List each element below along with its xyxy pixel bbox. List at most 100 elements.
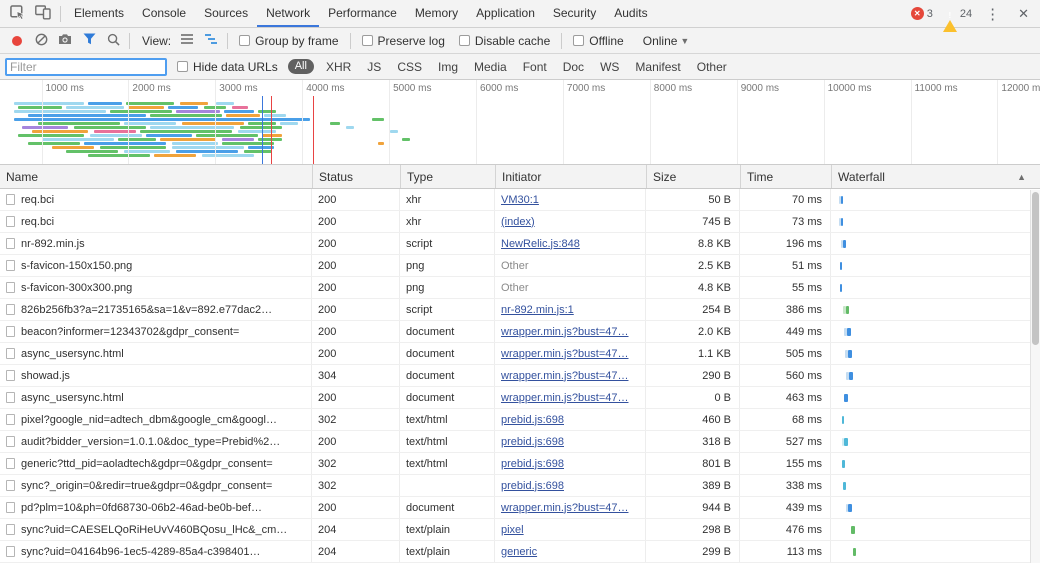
throttling-dropdown[interactable]: Online ▼ — [643, 34, 690, 48]
name-cell[interactable]: s-favicon-150x150.png — [0, 255, 312, 276]
name-cell[interactable]: s-favicon-300x300.png — [0, 277, 312, 298]
preserve-log-option[interactable]: Preserve log — [362, 34, 445, 48]
filter-type-xhr[interactable]: XHR — [326, 60, 351, 74]
request-initiator[interactable]: prebid.js:698 — [501, 414, 564, 426]
table-row[interactable]: sync?_origin=0&redir=true&gdpr=0&gdpr_co… — [0, 475, 1040, 497]
name-cell[interactable]: pd?plm=10&ph=0fd68730-06b2-46ad-be0b-bef… — [0, 497, 312, 518]
column-header-initiator[interactable]: Initiator — [495, 165, 646, 188]
filter-type-doc[interactable]: Doc — [563, 60, 584, 74]
error-badge[interactable]: ✕ 3 — [911, 7, 933, 20]
filter-type-manifest[interactable]: Manifest — [635, 60, 680, 74]
scrollbar-thumb[interactable] — [1032, 192, 1039, 345]
overview-strip[interactable]: 1000 ms2000 ms3000 ms4000 ms5000 ms6000 … — [0, 80, 1040, 165]
table-row[interactable]: pixel?google_nid=adtech_dbm&google_cm&go… — [0, 409, 1040, 431]
sort-ascending-icon[interactable]: ▲ — [1017, 172, 1026, 182]
warning-badge[interactable]: ! 24 — [943, 8, 972, 20]
tab-security[interactable]: Security — [544, 0, 605, 27]
tab-network[interactable]: Network — [257, 0, 319, 27]
filter-type-font[interactable]: Font — [523, 60, 547, 74]
name-cell[interactable]: req.bci — [0, 189, 312, 210]
table-row[interactable]: beacon?informer=12343702&gdpr_consent= 2… — [0, 321, 1040, 343]
table-row[interactable]: generic?ttd_pid=aoladtech&gdpr=0&gdpr_co… — [0, 453, 1040, 475]
table-row[interactable]: async_usersync.html 200 document wrapper… — [0, 387, 1040, 409]
inspect-element-button[interactable] — [4, 2, 30, 26]
request-initiator[interactable]: wrapper.min.js?bust=47… — [501, 326, 628, 338]
request-initiator[interactable]: prebid.js:698 — [501, 458, 564, 470]
table-row[interactable]: s-favicon-150x150.png 200 png Other 2.5 … — [0, 255, 1040, 277]
preserve-log-checkbox[interactable] — [362, 35, 373, 46]
offline-option[interactable]: Offline — [573, 34, 623, 48]
name-cell[interactable]: beacon?informer=12343702&gdpr_consent= — [0, 321, 312, 342]
hide-data-urls-option[interactable]: Hide data URLs — [177, 60, 278, 74]
filter-input[interactable] — [5, 58, 167, 76]
filter-type-img[interactable]: Img — [438, 60, 458, 74]
table-row[interactable]: sync?uid=04164b96-1ec5-4289-85a4-c398401… — [0, 541, 1040, 563]
request-initiator[interactable]: prebid.js:698 — [501, 436, 564, 448]
request-initiator[interactable]: pixel — [501, 524, 524, 536]
close-icon[interactable]: ✕ — [1013, 6, 1034, 22]
table-row[interactable]: req.bci 200 xhr VM30:1 50 B 70 ms — [0, 189, 1040, 211]
column-header-name[interactable]: Name — [0, 165, 312, 188]
column-header-type[interactable]: Type — [400, 165, 495, 188]
tab-console[interactable]: Console — [133, 0, 195, 27]
request-initiator[interactable]: wrapper.min.js?bust=47… — [501, 370, 628, 382]
filter-type-other[interactable]: Other — [697, 60, 727, 74]
request-initiator[interactable]: wrapper.min.js?bust=47… — [501, 348, 628, 360]
table-row[interactable]: req.bci 200 xhr (index) 745 B 73 ms — [0, 211, 1040, 233]
filter-type-media[interactable]: Media — [474, 60, 507, 74]
name-cell[interactable]: showad.js — [0, 365, 312, 386]
request-initiator[interactable]: VM30:1 — [501, 194, 539, 206]
request-initiator[interactable]: prebid.js:698 — [501, 480, 564, 492]
tab-sources[interactable]: Sources — [195, 0, 257, 27]
column-header-status[interactable]: Status — [312, 165, 400, 188]
name-cell[interactable]: sync?_origin=0&redir=true&gdpr=0&gdpr_co… — [0, 475, 312, 496]
column-header-size[interactable]: Size — [646, 165, 740, 188]
offline-checkbox[interactable] — [573, 35, 584, 46]
filter-type-js[interactable]: JS — [367, 60, 381, 74]
filter-type-ws[interactable]: WS — [600, 60, 619, 74]
tab-application[interactable]: Application — [467, 0, 544, 27]
group-by-frame-checkbox[interactable] — [239, 35, 250, 46]
table-row[interactable]: pd?plm=10&ph=0fd68730-06b2-46ad-be0b-bef… — [0, 497, 1040, 519]
search-button[interactable] — [101, 30, 125, 52]
request-initiator[interactable]: wrapper.min.js?bust=47… — [501, 502, 628, 514]
device-toolbar-button[interactable] — [30, 2, 56, 26]
name-cell[interactable]: audit?bidder_version=1.0.1.0&doc_type=Pr… — [0, 431, 312, 452]
tab-audits[interactable]: Audits — [605, 0, 656, 27]
name-cell[interactable]: async_usersync.html — [0, 343, 312, 364]
request-initiator[interactable]: NewRelic.js:848 — [501, 238, 580, 250]
disable-cache-option[interactable]: Disable cache — [459, 34, 550, 48]
tab-performance[interactable]: Performance — [319, 0, 406, 27]
table-row[interactable]: nr-892.min.js 200 script NewRelic.js:848… — [0, 233, 1040, 255]
table-row[interactable]: async_usersync.html 200 document wrapper… — [0, 343, 1040, 365]
hide-data-urls-checkbox[interactable] — [177, 61, 188, 72]
request-initiator[interactable]: (index) — [501, 216, 535, 228]
tab-elements[interactable]: Elements — [65, 0, 133, 27]
clear-button[interactable] — [29, 30, 53, 52]
overflow-menu-icon[interactable]: ⋮ — [982, 5, 1003, 23]
name-cell[interactable]: req.bci — [0, 211, 312, 232]
column-header-waterfall[interactable]: Waterfall ▲ — [831, 165, 1040, 188]
use-large-rows-button[interactable] — [175, 30, 199, 52]
name-cell[interactable]: generic?ttd_pid=aoladtech&gdpr=0&gdpr_co… — [0, 453, 312, 474]
table-row[interactable]: audit?bidder_version=1.0.1.0&doc_type=Pr… — [0, 431, 1040, 453]
name-cell[interactable]: pixel?google_nid=adtech_dbm&google_cm&go… — [0, 409, 312, 430]
disable-cache-checkbox[interactable] — [459, 35, 470, 46]
request-initiator[interactable]: wrapper.min.js?bust=47… — [501, 392, 628, 404]
show-overview-button[interactable] — [199, 30, 223, 52]
name-cell[interactable]: 826b256fb3?a=21735165&sa=1&v=892.e77dac2… — [0, 299, 312, 320]
group-by-frame-option[interactable]: Group by frame — [239, 34, 338, 48]
name-cell[interactable]: sync?uid=04164b96-1ec5-4289-85a4-c398401… — [0, 541, 312, 562]
request-initiator[interactable]: generic — [501, 546, 537, 558]
column-header-time[interactable]: Time — [740, 165, 831, 188]
scrollbar[interactable] — [1030, 190, 1040, 563]
filter-type-all[interactable]: All — [288, 59, 314, 74]
name-cell[interactable]: nr-892.min.js — [0, 233, 312, 254]
table-row[interactable]: s-favicon-300x300.png 200 png Other 4.8 … — [0, 277, 1040, 299]
record-button[interactable] — [5, 30, 29, 52]
table-row[interactable]: showad.js 304 document wrapper.min.js?bu… — [0, 365, 1040, 387]
tab-memory[interactable]: Memory — [406, 0, 467, 27]
screenshot-button[interactable] — [53, 30, 77, 52]
table-row[interactable]: 826b256fb3?a=21735165&sa=1&v=892.e77dac2… — [0, 299, 1040, 321]
overview-chart[interactable] — [0, 96, 1040, 164]
